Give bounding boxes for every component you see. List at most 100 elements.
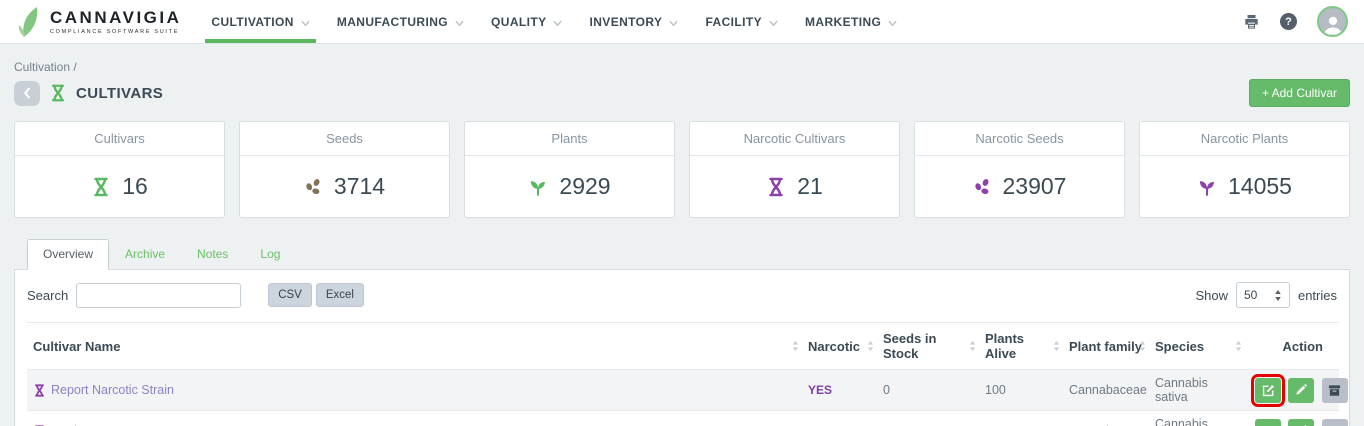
nav-label: QUALITY (491, 15, 546, 29)
nav-item-cultivation[interactable]: CULTIVATION (211, 0, 309, 43)
stat-card-label: Narcotic Seeds (915, 122, 1124, 156)
stat-card-narcotic-plants: Narcotic Plants 14055 (1139, 121, 1350, 218)
sort-icon (867, 341, 874, 352)
seeds-icon (304, 177, 323, 196)
nav-item-manufacturing[interactable]: MANUFACTURING (337, 0, 464, 43)
column-header-cultivar-name[interactable]: Cultivar Name (27, 323, 802, 370)
edit-button[interactable] (1255, 419, 1281, 426)
pencil-button[interactable] (1288, 378, 1314, 403)
stat-card-narcotic-seeds: Narcotic Seeds 23907 (914, 121, 1125, 218)
topbar-actions: ? (1243, 6, 1348, 37)
column-header-species[interactable]: Species (1149, 323, 1245, 370)
nav-label: INVENTORY (589, 15, 662, 29)
back-button[interactable] (14, 81, 40, 106)
plant-family-cell: Cannabaceae (1063, 370, 1149, 411)
sort-icon (792, 341, 799, 352)
chevron-down-icon (669, 17, 678, 26)
chevron-down-icon (553, 17, 562, 26)
narcotic-cell: YES (802, 411, 877, 426)
page-content: Cultivation / CULTIVARS + Add Cultivar C… (0, 60, 1364, 426)
csv-button[interactable]: CSV (268, 283, 312, 307)
stat-card-value: 21 (797, 173, 823, 200)
tab-notes[interactable]: Notes (181, 239, 244, 269)
add-cultivar-button[interactable]: + Add Cultivar (1249, 79, 1350, 107)
table-panel: Search CSV Excel Show 50 entries (14, 269, 1350, 426)
nav-item-quality[interactable]: QUALITY (491, 0, 562, 43)
archive-button[interactable] (1322, 419, 1348, 426)
dna-icon (33, 384, 46, 397)
brand-name: CANNAVIGIA (50, 9, 181, 26)
breadcrumb: Cultivation / (14, 60, 1350, 74)
page-size-value: 50 (1244, 288, 1257, 302)
action-cell (1245, 370, 1339, 411)
sort-icon (1235, 341, 1242, 352)
dna-icon (49, 84, 67, 102)
column-header-narcotic[interactable]: Narcotic (802, 323, 877, 370)
nav-item-marketing[interactable]: MARKETING (805, 0, 897, 43)
tab-bar: Overview Archive Notes Log (14, 239, 1350, 269)
sprout-icon (1197, 177, 1217, 197)
sprout-icon (528, 177, 548, 197)
narcotic-cell: YES (802, 370, 877, 411)
cultivar-name-link[interactable]: Report Narcotic Strain (33, 383, 796, 397)
pencil-button[interactable] (1288, 419, 1314, 426)
stat-card-value: 2929 (559, 173, 610, 200)
pencil-icon (1295, 384, 1307, 396)
sort-icon (969, 341, 976, 352)
nav-label: FACILITY (705, 15, 762, 29)
printer-icon[interactable] (1243, 14, 1260, 30)
archive-icon (1328, 384, 1341, 397)
nav-label: MARKETING (805, 15, 881, 29)
sort-icon (1053, 341, 1060, 352)
column-header-seeds-in-stock[interactable]: Seeds in Stock (877, 323, 979, 370)
tab-log[interactable]: Log (244, 239, 296, 269)
edit-button[interactable] (1255, 378, 1281, 403)
edit-icon (1262, 384, 1275, 397)
table-row: Report Narcotic Strain YES 0 100 Cannaba… (27, 370, 1339, 411)
page-size-select[interactable]: 50 (1236, 282, 1290, 308)
column-header-plant-family[interactable]: Plant family (1063, 323, 1149, 370)
chevron-down-icon (888, 17, 897, 26)
dna-icon (766, 177, 786, 197)
species-cell: Cannabis sativa (1149, 370, 1245, 411)
title-row: CULTIVARS + Add Cultivar (14, 79, 1350, 107)
stat-card-value: 16 (122, 173, 148, 200)
seeds-in-stock-cell: 0 (877, 411, 979, 426)
tab-overview[interactable]: Overview (27, 239, 109, 270)
nav-item-inventory[interactable]: INVENTORY (589, 0, 678, 43)
species-cell: Cannabis sativa (1149, 411, 1245, 426)
leaf-logo-icon (16, 6, 42, 38)
excel-button[interactable]: Excel (316, 283, 364, 307)
sort-icon (1139, 341, 1146, 352)
column-label: Plant family (1069, 339, 1142, 354)
plants-alive-cell: 100 (979, 370, 1063, 411)
stat-card-label: Narcotic Plants (1140, 122, 1349, 156)
chevron-down-icon (769, 17, 778, 26)
action-cell (1245, 411, 1339, 426)
archive-button[interactable] (1322, 378, 1348, 403)
user-avatar[interactable] (1317, 6, 1348, 37)
stat-card-value: 23907 (1003, 173, 1067, 200)
nav-item-facility[interactable]: FACILITY (705, 0, 778, 43)
seeds-icon (973, 177, 992, 196)
stat-card-cultivars: Cultivars 16 (14, 121, 225, 218)
stat-card-value: 3714 (334, 173, 385, 200)
seeds-in-stock-cell: 0 (877, 370, 979, 411)
chevron-down-icon (301, 17, 310, 26)
help-icon[interactable]: ? (1280, 13, 1297, 30)
plant-family-cell: Cannabaceae (1063, 411, 1149, 426)
column-label: Cultivar Name (33, 339, 120, 354)
stat-card-label: Plants (465, 122, 674, 156)
search-input[interactable] (76, 283, 241, 308)
table-row: Dunkz YES 0 - Cannabaceae Cannabis sativ… (27, 411, 1339, 426)
brand-logo[interactable]: CANNAVIGIA COMPLIANCE SOFTWARE SUITE (16, 6, 181, 38)
chevron-down-icon (455, 17, 464, 26)
tab-archive[interactable]: Archive (109, 239, 181, 269)
stat-card-label: Narcotic Cultivars (690, 122, 899, 156)
nav-label: CULTIVATION (211, 15, 293, 29)
select-arrows-icon (1274, 290, 1282, 301)
nav-label: MANUFACTURING (337, 15, 448, 29)
topbar: CANNAVIGIA COMPLIANCE SOFTWARE SUITE CUL… (0, 0, 1364, 44)
column-header-plants-alive[interactable]: Plants Alive (979, 323, 1063, 370)
cultivar-name-text: Report Narcotic Strain (51, 383, 174, 397)
